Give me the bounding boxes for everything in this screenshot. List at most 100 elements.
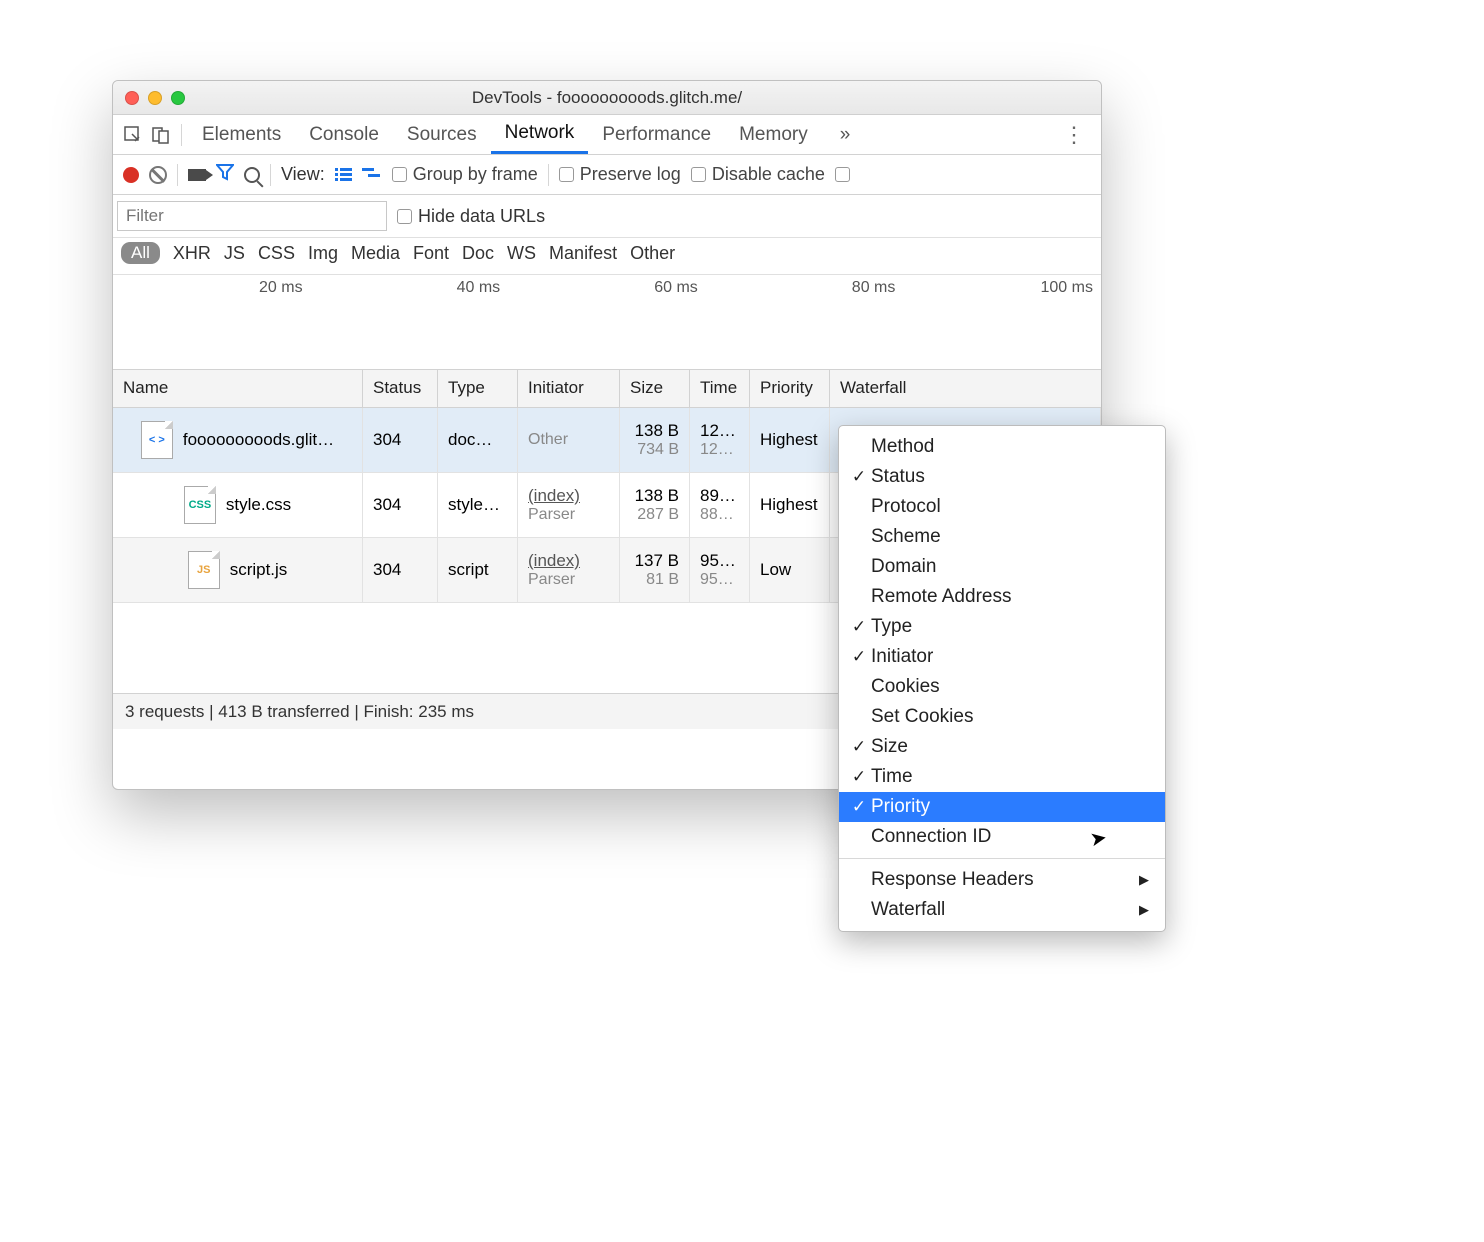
separator bbox=[270, 164, 271, 186]
screenshot-capture-icon[interactable] bbox=[188, 169, 206, 181]
cell-status: 304 bbox=[363, 473, 438, 537]
table-header-row: Name Status Type Initiator Size Time Pri… bbox=[113, 370, 1101, 408]
menu-item-initiator[interactable]: ✓Initiator bbox=[839, 642, 1165, 672]
window-title: DevTools - fooooooooods.glitch.me/ bbox=[113, 88, 1101, 108]
type-filter-xhr[interactable]: XHR bbox=[173, 243, 211, 264]
cell-name: CSSstyle.css bbox=[113, 473, 363, 537]
separator bbox=[548, 164, 549, 186]
offline-checkbox[interactable] bbox=[835, 167, 855, 182]
menu-item-cookies[interactable]: Cookies bbox=[839, 672, 1165, 702]
view-label: View: bbox=[281, 164, 325, 185]
type-filter-doc[interactable]: Doc bbox=[462, 243, 494, 264]
column-header-status[interactable]: Status bbox=[363, 370, 438, 407]
column-header-time[interactable]: Time bbox=[690, 370, 750, 407]
menu-item-status[interactable]: ✓Status bbox=[839, 462, 1165, 492]
cell-priority: Highest bbox=[750, 408, 830, 472]
cell-priority: Highest bbox=[750, 473, 830, 537]
separator bbox=[177, 164, 178, 186]
cell-name: < > fooooooooods.glit… bbox=[113, 408, 363, 472]
view-overview-icon[interactable] bbox=[362, 168, 382, 182]
type-filter-css[interactable]: CSS bbox=[258, 243, 295, 264]
menu-label: Connection ID bbox=[871, 826, 991, 848]
group-by-frame-checkbox[interactable]: Group by frame bbox=[392, 164, 538, 185]
preserve-log-checkbox[interactable]: Preserve log bbox=[559, 164, 681, 185]
search-icon[interactable] bbox=[244, 167, 260, 183]
menu-item-protocol[interactable]: Protocol bbox=[839, 492, 1165, 522]
menu-item-method[interactable]: Method bbox=[839, 432, 1165, 462]
menu-label: Time bbox=[871, 766, 913, 788]
hide-data-urls-checkbox[interactable]: Hide data URLs bbox=[397, 206, 545, 227]
filter-toggle-icon[interactable] bbox=[216, 163, 234, 186]
checkbox-label: Group by frame bbox=[413, 164, 538, 185]
file-html-icon: < > bbox=[141, 421, 173, 459]
settings-menu-icon[interactable]: ⋮ bbox=[1053, 122, 1095, 148]
menu-item-set-cookies[interactable]: Set Cookies bbox=[839, 702, 1165, 732]
inspect-element-icon[interactable] bbox=[119, 115, 147, 154]
clear-button[interactable] bbox=[149, 166, 167, 184]
menu-item-time[interactable]: ✓Time bbox=[839, 762, 1165, 792]
cell-time: 95…95… bbox=[690, 538, 750, 602]
file-js-icon: JS bbox=[188, 551, 220, 589]
menu-item-priority[interactable]: ✓Priority bbox=[839, 792, 1165, 822]
menu-item-domain[interactable]: Domain bbox=[839, 552, 1165, 582]
tab-console[interactable]: Console bbox=[295, 115, 393, 154]
menu-item-remote-address[interactable]: Remote Address bbox=[839, 582, 1165, 612]
checkbox-icon bbox=[691, 167, 706, 182]
timeline-overview[interactable]: 20 ms40 ms60 ms80 ms100 ms bbox=[113, 275, 1101, 370]
check-icon: ✓ bbox=[847, 647, 871, 667]
menu-item-scheme[interactable]: Scheme bbox=[839, 522, 1165, 552]
status-text: 3 requests | 413 B transferred | Finish:… bbox=[125, 702, 474, 722]
cell-size: 138 B734 B bbox=[620, 408, 690, 472]
menu-item-size[interactable]: ✓Size bbox=[839, 732, 1165, 762]
type-filter-all[interactable]: All bbox=[121, 242, 160, 264]
filter-input[interactable] bbox=[117, 201, 387, 231]
cell-priority: Low bbox=[750, 538, 830, 602]
device-toolbar-icon[interactable] bbox=[147, 115, 175, 154]
type-filter-media[interactable]: Media bbox=[351, 243, 400, 264]
tab-performance[interactable]: Performance bbox=[588, 115, 725, 154]
record-button[interactable] bbox=[123, 167, 139, 183]
tab-memory[interactable]: Memory bbox=[725, 115, 822, 154]
type-filter-js[interactable]: JS bbox=[224, 243, 245, 264]
column-header-type[interactable]: Type bbox=[438, 370, 518, 407]
column-header-name[interactable]: Name bbox=[113, 370, 363, 407]
menu-item-waterfall[interactable]: Waterfall▶ bbox=[839, 895, 1165, 925]
menu-label: Cookies bbox=[871, 676, 940, 698]
tab-elements[interactable]: Elements bbox=[188, 115, 295, 154]
column-header-initiator[interactable]: Initiator bbox=[518, 370, 620, 407]
view-largerows-icon[interactable] bbox=[335, 168, 352, 181]
type-filter-img[interactable]: Img bbox=[308, 243, 338, 264]
timeline-tick: 60 ms bbox=[508, 275, 706, 297]
type-filter-font[interactable]: Font bbox=[413, 243, 449, 264]
column-header-size[interactable]: Size bbox=[620, 370, 690, 407]
menu-label: Response Headers bbox=[871, 869, 1034, 891]
tab-network[interactable]: Network bbox=[491, 115, 589, 154]
cell-type: doc… bbox=[438, 408, 518, 472]
type-filter-bar: All XHR JS CSS Img Media Font Doc WS Manifest Othe… bbox=[113, 238, 1101, 275]
column-header-waterfall[interactable]: Waterfall bbox=[830, 370, 1101, 407]
type-filter-other[interactable]: Other bbox=[630, 243, 675, 264]
cell-type: style… bbox=[438, 473, 518, 537]
menu-item-connection-id[interactable]: Connection ID bbox=[839, 822, 1165, 852]
file-name: fooooooooods.glit… bbox=[183, 430, 334, 450]
submenu-arrow-icon: ▶ bbox=[1139, 902, 1149, 918]
type-filter-ws[interactable]: WS bbox=[507, 243, 536, 264]
tab-sources[interactable]: Sources bbox=[393, 115, 491, 154]
menu-label: Method bbox=[871, 436, 934, 458]
separator bbox=[181, 124, 182, 146]
menu-item-type[interactable]: ✓Type bbox=[839, 612, 1165, 642]
checkbox-label: Preserve log bbox=[580, 164, 681, 185]
type-filter-manifest[interactable]: Manifest bbox=[549, 243, 617, 264]
column-header-priority[interactable]: Priority bbox=[750, 370, 830, 407]
cell-initiator: (index)Parser bbox=[518, 538, 620, 602]
menu-label: Type bbox=[871, 616, 912, 638]
timeline-tick: 20 ms bbox=[113, 275, 311, 297]
more-tabs-button[interactable]: » bbox=[826, 115, 865, 154]
cell-size: 138 B287 B bbox=[620, 473, 690, 537]
disable-cache-checkbox[interactable]: Disable cache bbox=[691, 164, 825, 185]
titlebar: DevTools - fooooooooods.glitch.me/ bbox=[113, 81, 1101, 115]
menu-item-response-headers[interactable]: Response Headers ▶ bbox=[839, 865, 1165, 895]
menu-label: Protocol bbox=[871, 496, 941, 518]
submenu-arrow-icon: ▶ bbox=[1139, 872, 1149, 888]
checkbox-icon bbox=[835, 167, 850, 182]
